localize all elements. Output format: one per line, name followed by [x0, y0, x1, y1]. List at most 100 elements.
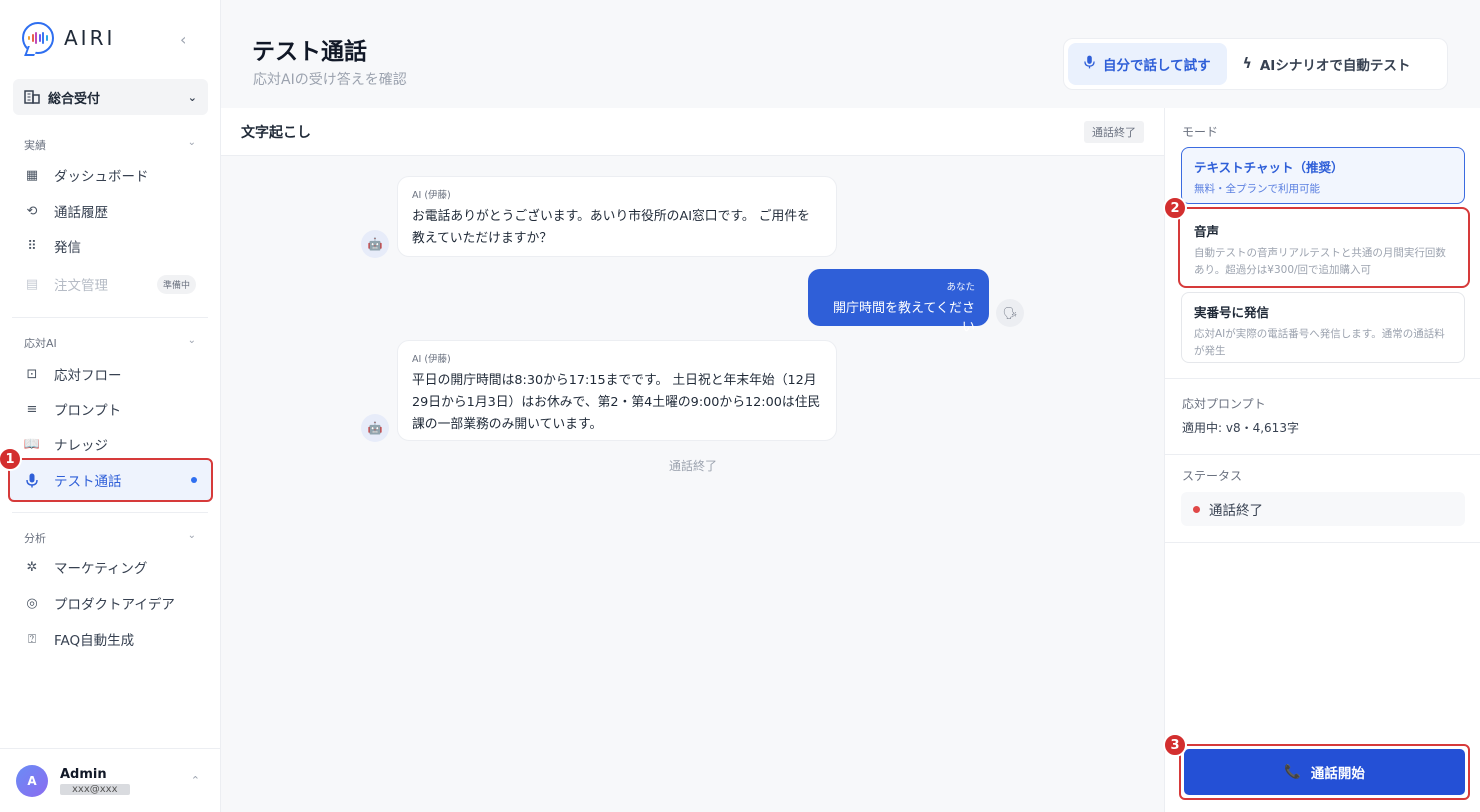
chevron-down-icon: ⌄ [187, 90, 197, 104]
sidebar-item-knowledge[interactable]: 📖 ナレッジ [16, 429, 206, 459]
faq-icon: ⍰ [28, 631, 36, 647]
org-selector[interactable]: 総合受付 ⌄ [13, 79, 208, 115]
active-indicator [191, 477, 197, 483]
voice-user-icon: 🗣 [996, 299, 1024, 327]
mode-option-desc: 無料・全プランで利用可能 [1194, 183, 1320, 195]
mode-option-voice[interactable]: 音声 自動テストの音声リアルテストと共通の月間実行回数あり。超過分は¥300/回… [1178, 207, 1470, 288]
call-status: 通話終了 [1181, 492, 1465, 526]
chevron-up-icon: ⌃ [190, 774, 200, 787]
building-icon [24, 90, 40, 104]
logo[interactable]: AIRI [22, 22, 115, 54]
mode-option-real-number[interactable]: 実番号に発信 応対AIが実際の電話番号へ発信します。通常の通話料が発生 [1181, 292, 1465, 363]
message-sender: AI (伊藤) [412, 354, 451, 365]
transcript-panel: 文字起こし 通話終了 🤖 AI (伊藤) お電話ありがとうございます。あいり市役… [221, 108, 1164, 812]
user-name: Admin [60, 766, 107, 782]
divider [1165, 542, 1480, 543]
callout-badge-2: 2 [1163, 196, 1187, 220]
microphone-icon [24, 472, 40, 488]
sidebar-item-label: FAQ自動生成 [54, 633, 135, 649]
divider [1165, 378, 1480, 379]
sidebar-item-outbound[interactable]: ⠿ 発信 [16, 231, 206, 261]
logo-icon [22, 22, 54, 54]
mode-option-text-chat[interactable]: テキストチャット（推奨） 無料・全プランで利用可能 [1181, 147, 1465, 204]
status-badge: 通話終了 [1084, 120, 1144, 143]
status-dot-icon [1193, 505, 1200, 513]
transcript-title: 文字起こし [241, 124, 311, 141]
message-text: 平日の開庁時間は8:30から17:15までです。 土日祝と年末年始（12月29日… [412, 373, 821, 432]
history-icon: ⟲ [26, 203, 38, 219]
microphone-icon [1084, 55, 1095, 73]
message-sender: AI (伊藤) [412, 190, 451, 201]
brand-name: AIRI [64, 26, 116, 50]
sidebar-item-label: 通話履歴 [54, 205, 108, 221]
mode-option-title: 音声 [1194, 224, 1220, 239]
message-text: お電話ありがとうございます。あいり市役所のAI窓口です。 ご用件を教えていただけ… [412, 209, 810, 246]
dashboard-icon: ▦ [25, 167, 39, 183]
coming-soon-badge: 準備中 [156, 274, 196, 294]
divider [1165, 454, 1480, 455]
mode-self-button[interactable]: 自分で話して試す [1068, 43, 1227, 85]
call-status-text: 通話終了 [1209, 503, 1263, 519]
prompt-label: 応対プロンプト [1182, 397, 1266, 411]
sidebar-item-orders: ▤ 注文管理 準備中 [16, 269, 206, 299]
bot-icon: 🤖 [361, 414, 389, 442]
sidebar-item-faq[interactable]: ⍰ FAQ自動生成 [16, 624, 206, 654]
receipt-icon: ▤ [25, 276, 39, 292]
chevron-down-icon: ⌄ [187, 530, 196, 541]
mode-label: モード [1182, 125, 1219, 139]
sidebar-item-test-call[interactable]: テスト通話 [8, 458, 213, 502]
test-mode-toggle: 自分で話して試す ϟ AIシナリオで自動テスト [1063, 38, 1448, 90]
prompt-version: 適用中: v8・4,613字 [1182, 421, 1299, 435]
section-analysis-label: 分析 [24, 532, 46, 545]
robot-icon: ⊡ [26, 366, 38, 382]
user-email: xxx@xxx [60, 783, 130, 795]
message-ai: AI (伊藤) 平日の開庁時間は8:30から17:15までです。 土日祝と年末年… [397, 340, 837, 441]
sidebar-item-label: マーケティング [54, 561, 148, 577]
book-icon: 📖 [23, 436, 41, 452]
mode-auto-button[interactable]: ϟ AIシナリオで自動テスト [1227, 43, 1427, 85]
sidebar-item-label: 発信 [54, 240, 81, 256]
org-label: 総合受付 [48, 91, 101, 107]
sidebar-item-ideas[interactable]: ◎ プロダクトアイデア [16, 588, 206, 618]
chevron-down-icon: ⌄ [187, 137, 196, 148]
sidebar-item-dashboard[interactable]: ▦ ダッシュボード [16, 160, 206, 190]
message-user: あなた 開庁時間を教えてください [808, 269, 989, 335]
section-analysis[interactable]: 分析 ⌄ [24, 530, 196, 546]
sidebar-item-history[interactable]: ⟲ 通話履歴 [16, 196, 206, 226]
divider [12, 317, 208, 318]
callout-badge-3: 3 [1163, 733, 1187, 757]
section-performance[interactable]: 実績 ⌄ [24, 137, 196, 153]
user-menu[interactable]: A Admin xxx@xxx ⌃ [0, 748, 220, 812]
chevron-down-icon: ⌄ [187, 335, 196, 346]
section-ai[interactable]: 応対AI ⌄ [24, 335, 196, 351]
sidebar-item-label: プロンプト [54, 403, 122, 419]
start-call-highlight: 📞 通話開始 [1179, 744, 1470, 800]
settings-panel: モード テキストチャット（推奨） 無料・全プランで利用可能 音声 自動テストの音… [1163, 108, 1480, 812]
avatar: A [16, 764, 48, 797]
page-subtitle: 応対AIの受け答えを確認 [253, 72, 407, 88]
start-call-label: 通話開始 [1310, 766, 1365, 782]
network-icon: ✲ [26, 559, 38, 575]
mode-option-title: テキストチャット（推奨） [1194, 160, 1344, 175]
status-label: ステータス [1182, 469, 1243, 483]
mode-option-desc: 自動テストの音声リアルテストと共通の月間実行回数あり。超過分は¥300/回で追加… [1194, 247, 1446, 276]
sidebar-item-label: テスト通話 [54, 474, 122, 490]
start-call-button[interactable]: 📞 通話開始 [1184, 749, 1465, 795]
call-end-note: 通話終了 [669, 459, 718, 473]
message-ai: AI (伊藤) お電話ありがとうございます。あいり市役所のAI窓口です。 ご用件… [397, 176, 837, 257]
collapse-sidebar-icon[interactable]: ‹ [180, 30, 186, 49]
lightbulb-icon: ◎ [26, 595, 38, 611]
sidebar-item-label: 応対フロー [54, 368, 122, 384]
sidebar-item-label: 注文管理 [54, 278, 108, 294]
sidebar-item-prompt[interactable]: ≡ プロンプト [16, 394, 206, 424]
message-sender: あなた [946, 282, 975, 293]
sidebar-item-flow[interactable]: ⊡ 応対フロー [16, 359, 206, 389]
mode-option-desc: 応対AIが実際の電話番号へ発信します。通常の通話料が発生 [1194, 328, 1445, 357]
sidebar-item-marketing[interactable]: ✲ マーケティング [16, 552, 206, 582]
message-text: 開庁時間を教えてください [833, 301, 975, 335]
lightning-icon: ϟ [1242, 56, 1252, 72]
phone-icon: 📞 [1284, 764, 1301, 780]
mode-option-title: 実番号に発信 [1194, 305, 1270, 320]
sidebar-item-label: ダッシュボード [54, 169, 149, 185]
sidebar-item-label: プロダクトアイデア [54, 597, 175, 613]
